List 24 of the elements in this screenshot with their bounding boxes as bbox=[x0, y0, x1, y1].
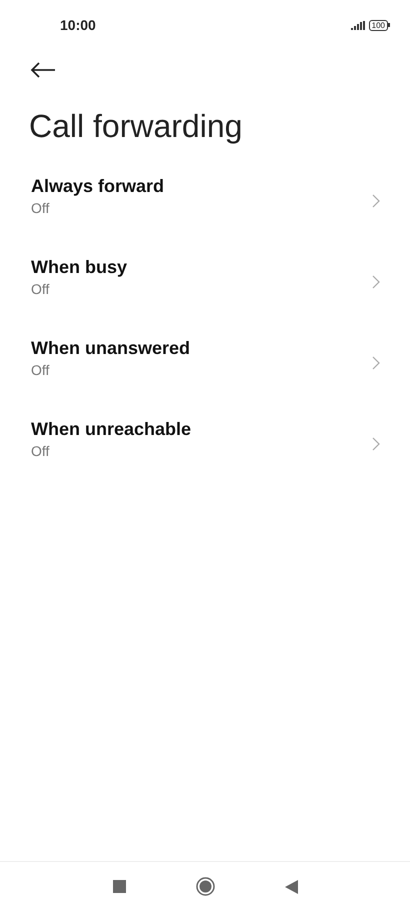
back-button[interactable] bbox=[30, 62, 56, 78]
signal-icon bbox=[350, 20, 365, 30]
item-value: Off bbox=[31, 280, 50, 298]
status-time: 10:00 bbox=[60, 16, 96, 34]
back-icon[interactable] bbox=[284, 880, 298, 894]
chevron-icon bbox=[372, 194, 380, 208]
battery-icon: 100 bbox=[368, 20, 390, 30]
item-label: When busy bbox=[31, 256, 128, 278]
item-label: When unanswered bbox=[31, 336, 190, 360]
item-value: Off bbox=[31, 360, 50, 380]
recent-apps-icon[interactable] bbox=[112, 880, 126, 893]
item-value: Off bbox=[31, 198, 50, 218]
settings-item[interactable]: Always forward Off bbox=[0, 160, 410, 241]
item-label: When unreachable bbox=[31, 418, 192, 440]
chevron-icon bbox=[372, 356, 380, 370]
settings-item[interactable]: When unreachable Off bbox=[0, 403, 410, 484]
settings-item[interactable]: When busy Off bbox=[0, 241, 410, 322]
chevron-icon bbox=[372, 274, 380, 288]
chevron-icon bbox=[372, 436, 380, 450]
item-label: Always forward bbox=[31, 174, 164, 198]
home-icon[interactable] bbox=[196, 877, 214, 896]
page-title: Call forwarding bbox=[28, 107, 244, 146]
item-value: Off bbox=[31, 442, 50, 460]
settings-item[interactable]: When unanswered Off bbox=[0, 322, 410, 403]
